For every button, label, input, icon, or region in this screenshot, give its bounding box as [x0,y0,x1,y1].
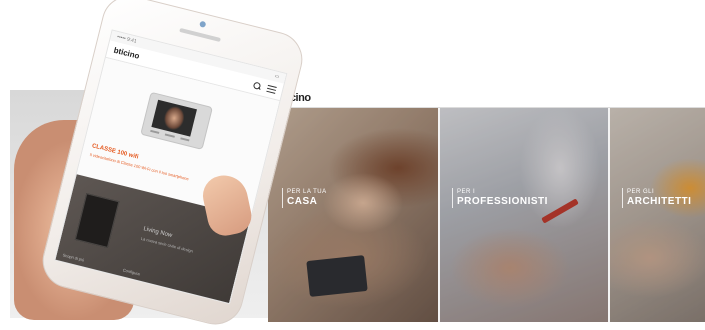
tile-label: PER GLI ARCHITETTI [622,188,691,208]
tile-label: PER I PROFESSIONISTI [452,188,548,208]
tile-kicker: PER GLI [627,189,655,195]
battery-icon: ▭ [273,73,280,81]
tile-professionisti[interactable]: PER I PROFESSIONISTI [438,108,608,322]
tile-overlay [268,108,438,322]
tile-architetti[interactable]: PER GLI ARCHITETTI [608,108,705,322]
tile-title: CASA [287,196,318,207]
tile-overlay [440,108,608,322]
tile-casa[interactable]: PER LA TUA CASA [268,108,438,322]
tile-kicker: PER LA TUA [287,189,327,195]
tile-title: ARCHITETTI [627,196,692,207]
promo-description: La nuova serie civile di design [140,235,194,254]
video-intercom-image [140,91,213,150]
mobile-logo[interactable]: bticino [113,46,141,61]
desktop-website: bticino PER LA TUA CASA PER I PROFESSION… [268,88,705,322]
tile-overlay [610,108,705,322]
menu-icon[interactable] [266,84,277,94]
header-actions [253,81,277,94]
promo-link[interactable]: Scopri di più [62,252,85,262]
switch-panel-image [74,193,120,248]
promo-link[interactable]: Configura [122,267,140,276]
tile-label: PER LA TUA CASA [282,188,327,208]
tile-kicker: PER I [457,189,476,195]
search-icon[interactable] [253,81,263,91]
audience-tiles: PER LA TUA CASA PER I PROFESSIONISTI PER… [268,108,705,322]
tile-title: PROFESSIONISTI [457,196,548,207]
desktop-header: bticino [268,88,705,108]
